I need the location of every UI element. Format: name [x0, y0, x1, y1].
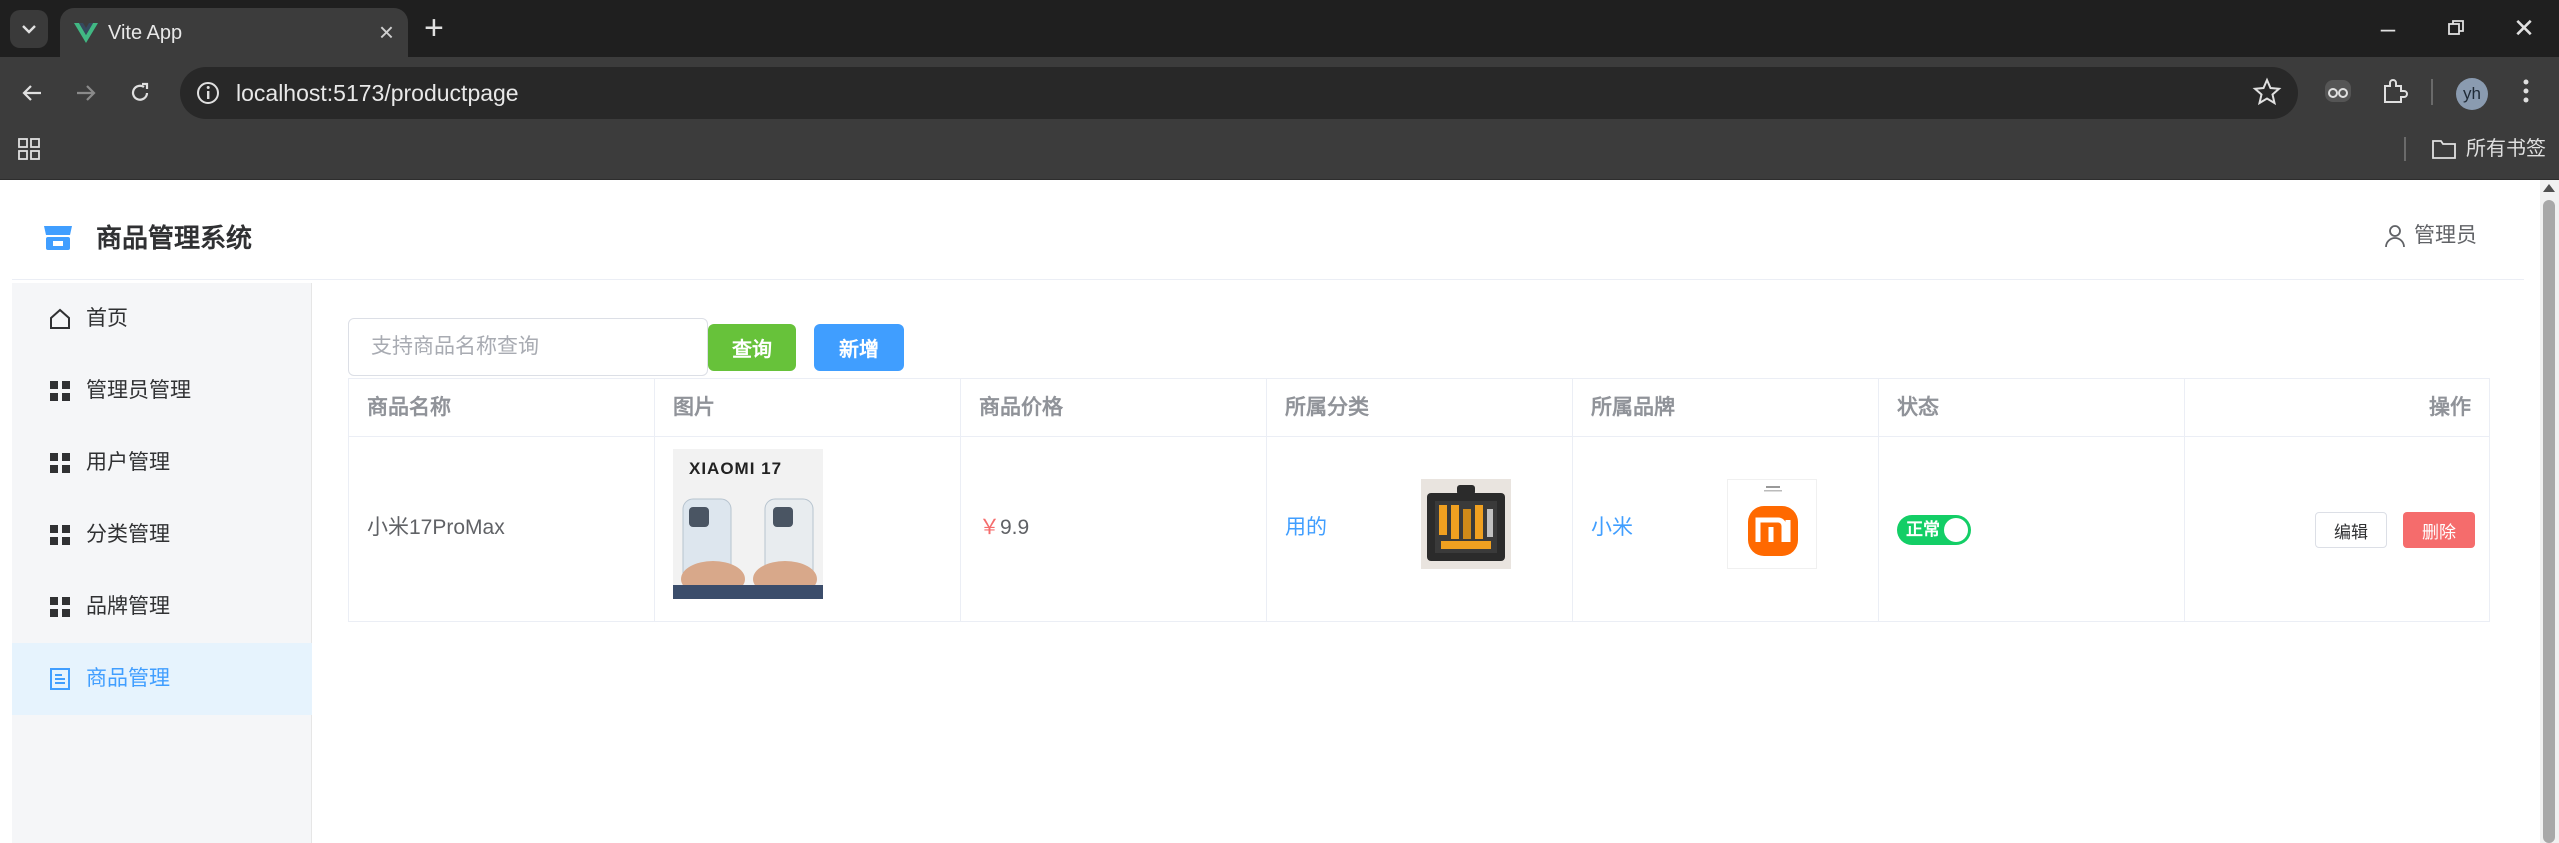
back-button[interactable]	[12, 73, 52, 113]
sidebar-item-admins[interactable]: 管理员管理	[12, 355, 312, 427]
more-menu-icon[interactable]	[2506, 71, 2546, 111]
reload-icon	[131, 82, 149, 101]
profile-avatar[interactable]: yh	[2456, 78, 2488, 110]
query-button[interactable]: 查询	[708, 324, 796, 371]
restore-icon[interactable]	[2436, 8, 2476, 48]
scroll-up-arrow-icon[interactable]	[2543, 184, 2555, 192]
column-header-price[interactable]: 商品价格	[961, 379, 1267, 437]
grid-icon	[50, 453, 70, 473]
status-label: 正常	[1906, 520, 1940, 539]
toolbar-separator	[2431, 79, 2433, 105]
chevron-down-icon	[22, 25, 36, 34]
vue-logo-icon	[74, 23, 98, 43]
new-tab-icon[interactable]: +	[424, 10, 444, 46]
tab-search-button[interactable]	[10, 10, 48, 48]
sidebar-item-categories[interactable]: 分类管理	[12, 499, 312, 571]
sidebar-item-users[interactable]: 用户管理	[12, 427, 312, 499]
delete-button[interactable]: 删除	[2403, 512, 2475, 548]
cell-name: 小米17ProMax	[349, 437, 655, 621]
sidebar-item-label: 商品管理	[86, 667, 170, 690]
reload-button[interactable]	[120, 73, 160, 113]
grid-icon	[50, 381, 70, 401]
sidebar-item-label: 首页	[86, 307, 128, 330]
column-header-category[interactable]: 所属分类	[1267, 379, 1573, 437]
category-link[interactable]: 用的	[1285, 513, 1327, 543]
column-header-status[interactable]: 状态	[1879, 379, 2185, 437]
cell-price: ￥9.9	[961, 437, 1267, 621]
store-logo-icon	[44, 226, 72, 250]
address-bar[interactable]: localhost:5173/productpage	[180, 67, 2298, 119]
sidebar-item-label: 用户管理	[86, 451, 170, 474]
table-row: 小米17ProMax XIAOMI 17 ￥9.9 用的 小米 正常 编辑 删除	[349, 437, 2489, 621]
grid-icon	[50, 597, 70, 617]
bookmarks-separator	[2404, 137, 2406, 161]
home-icon	[50, 308, 70, 329]
sidebar: 首页 管理员管理 用户管理 分类管理 品牌管理 商品管理	[12, 283, 312, 843]
grid-icon	[50, 525, 70, 545]
apps-grid-icon[interactable]	[16, 136, 42, 162]
extensions-icon[interactable]	[2374, 71, 2414, 111]
user-name[interactable]: 管理员	[2414, 222, 2477, 250]
brand-link[interactable]: 小米	[1591, 513, 1633, 543]
cell-category: 用的	[1267, 437, 1573, 621]
sidebar-item-label: 管理员管理	[86, 379, 191, 402]
column-header-actions[interactable]: 操作	[2185, 379, 2489, 437]
forward-button[interactable]	[66, 73, 106, 113]
edit-button[interactable]: 编辑	[2315, 512, 2387, 548]
cell-actions: 编辑 删除	[2185, 437, 2489, 621]
folder-icon[interactable]	[2430, 136, 2458, 162]
bookmark-star-icon[interactable]	[2252, 77, 2282, 107]
table-header: 商品名称 图片 商品价格 所属分类 所属品牌 状态 操作	[349, 379, 2489, 437]
price-value: 9.9	[1000, 516, 1030, 539]
scrollbar-thumb[interactable]	[2543, 200, 2555, 843]
column-header-name[interactable]: 商品名称	[349, 379, 655, 437]
add-button[interactable]: 新增	[814, 324, 904, 371]
app-header: 商品管理系统 管理员	[12, 180, 2524, 280]
sidebar-item-label: 品牌管理	[86, 595, 170, 618]
search-input[interactable]	[348, 318, 708, 376]
cell-brand: 小米	[1573, 437, 1879, 621]
incognito-icon[interactable]	[2318, 71, 2358, 111]
product-image[interactable]: XIAOMI 17	[673, 449, 823, 599]
bookmarks-bar	[0, 128, 2559, 180]
close-tab-icon[interactable]: ×	[379, 19, 394, 45]
site-info-icon[interactable]	[194, 79, 222, 107]
browser-tab-bar: Vite App × + – ✕	[0, 0, 2559, 57]
sidebar-item-products[interactable]: 商品管理	[12, 643, 312, 715]
all-bookmarks-label[interactable]: 所有书签	[2466, 136, 2546, 162]
app-title: 商品管理系统	[96, 223, 253, 253]
document-icon	[50, 668, 70, 690]
arrow-right-icon	[77, 85, 96, 101]
cell-image: XIAOMI 17	[655, 437, 961, 621]
price-symbol: ￥	[979, 516, 1000, 539]
phone-photo-icon	[673, 498, 823, 599]
arrow-left-icon	[22, 85, 41, 101]
url-text[interactable]: localhost:5173/productpage	[236, 79, 519, 107]
column-header-brand[interactable]: 所属品牌	[1573, 379, 1879, 437]
category-image[interactable]	[1421, 479, 1511, 569]
sidebar-item-label: 分类管理	[86, 523, 170, 546]
browser-tab[interactable]: Vite App ×	[60, 8, 408, 57]
brand-image[interactable]	[1727, 479, 1817, 569]
toolbox-icon	[1427, 485, 1505, 561]
product-table: 商品名称 图片 商品价格 所属分类 所属品牌 状态 操作 小米17ProMax …	[348, 378, 2490, 622]
cell-status: 正常	[1879, 437, 2185, 621]
sidebar-item-home[interactable]: 首页	[12, 283, 312, 355]
user-icon	[2385, 225, 2405, 248]
browser-toolbar: localhost:5173/productpage	[0, 57, 2559, 128]
product-price: ￥9.9	[979, 513, 1029, 543]
window-close-icon[interactable]: ✕	[2504, 8, 2544, 48]
switch-knob	[1944, 518, 1968, 542]
status-switch[interactable]: 正常	[1897, 515, 1971, 545]
product-name: 小米17ProMax	[367, 516, 505, 539]
minimize-icon[interactable]: –	[2368, 8, 2408, 48]
column-header-image[interactable]: 图片	[655, 379, 961, 437]
sidebar-item-brands[interactable]: 品牌管理	[12, 571, 312, 643]
tab-title: Vite App	[108, 22, 183, 44]
xiaomi-logo-icon	[1748, 486, 1798, 556]
